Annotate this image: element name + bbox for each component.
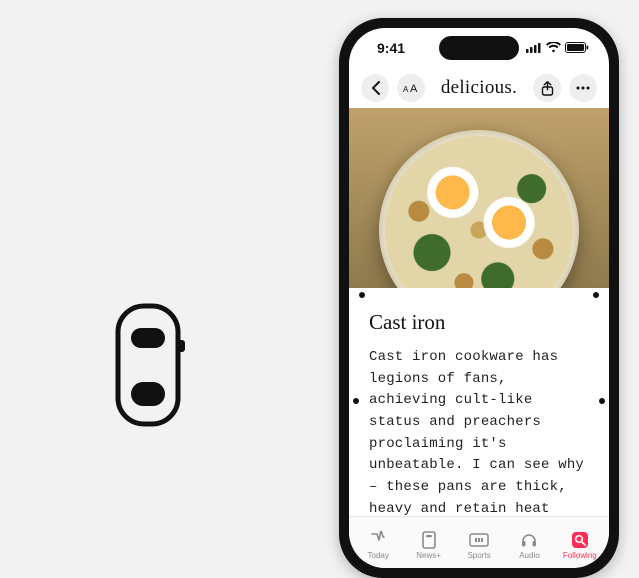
selection-handle[interactable]	[359, 292, 365, 298]
tab-following[interactable]: Following	[555, 530, 605, 560]
tab-label: Today	[368, 551, 389, 560]
phone-screen: 9:41 AA delicious.	[349, 28, 609, 568]
app-navigation-bar: AA delicious.	[349, 68, 609, 108]
article-title: Cast iron	[369, 310, 591, 335]
selection-handle[interactable]	[599, 398, 605, 404]
svg-text:A: A	[410, 83, 418, 94]
tab-label: Sports	[467, 551, 490, 560]
wifi-icon	[546, 40, 561, 56]
selection-handle[interactable]	[353, 398, 359, 404]
tab-label: Audio	[519, 551, 539, 560]
article-body: Cast iron cookware has legions of fans, …	[369, 347, 591, 516]
tab-today[interactable]: Today	[353, 530, 403, 560]
phone-device-frame: 9:41 AA delicious.	[339, 18, 619, 578]
article-hero-image	[349, 108, 609, 288]
dynamic-island	[439, 36, 519, 60]
tab-bar: Today News+ Sports Audio	[349, 516, 609, 568]
more-button[interactable]	[569, 74, 597, 102]
text-size-button[interactable]: AA	[397, 74, 425, 102]
article-content[interactable]: Cast iron Cast iron cookware has legions…	[349, 288, 609, 516]
publication-title: delicious.	[433, 77, 525, 99]
battery-icon	[565, 40, 589, 56]
share-button[interactable]	[533, 74, 561, 102]
following-icon	[571, 530, 589, 550]
back-button[interactable]	[361, 74, 389, 102]
selection-handle[interactable]	[593, 292, 599, 298]
newsplus-icon	[421, 530, 437, 550]
audio-icon	[520, 530, 538, 550]
status-time: 9:41	[377, 40, 405, 56]
signal-icon	[526, 40, 542, 56]
tab-sports[interactable]: Sports	[454, 530, 504, 560]
tab-label: News+	[416, 551, 441, 560]
sports-icon	[469, 530, 489, 550]
tab-label: Following	[563, 551, 597, 560]
svg-text:A: A	[403, 85, 409, 94]
tab-audio[interactable]: Audio	[504, 530, 554, 560]
today-icon	[369, 530, 387, 550]
car-icon	[108, 300, 188, 430]
tab-newsplus[interactable]: News+	[403, 530, 453, 560]
